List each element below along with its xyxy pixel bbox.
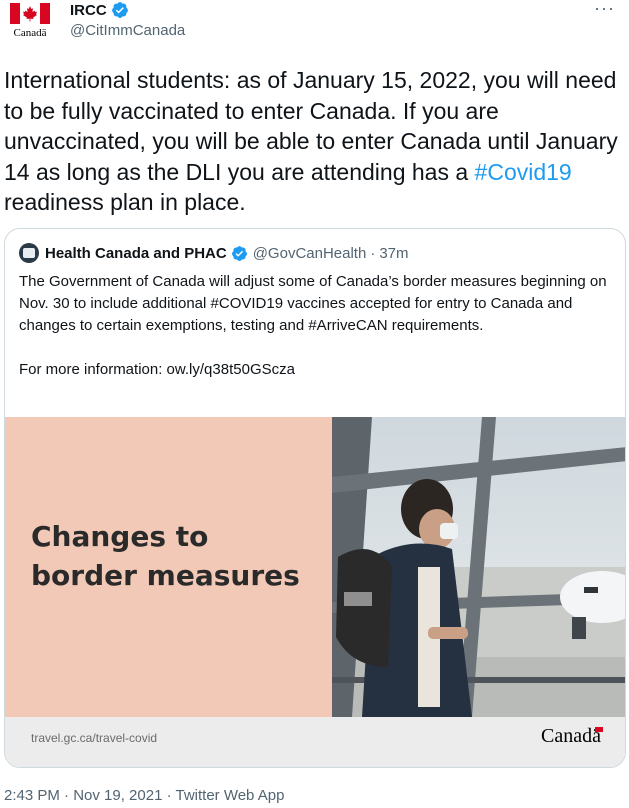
tweet-timestamp[interactable]: 2:43 PM · Nov 19, 2021 · Twitter Web App	[4, 787, 284, 804]
canada-wordmark-text: Canadä	[541, 725, 601, 747]
tweet-header: Canadä IRCC @CitImmCanada ···	[0, 0, 629, 56]
account-avatar[interactable]: Canadä	[8, 3, 52, 43]
quoted-tweet-header: Health Canada and PHAC @GovCanHealth · 3…	[19, 243, 409, 263]
airport-photo	[332, 417, 625, 717]
media-headline: Changes to border measures	[31, 520, 300, 592]
verified-badge-icon	[111, 2, 128, 18]
canada-wordmark: Canadä	[541, 725, 603, 748]
quoted-avatar[interactable]	[19, 243, 39, 263]
separator-dot: ·	[370, 244, 376, 262]
quoted-handle[interactable]: @GovCanHealth	[253, 245, 367, 262]
account-handle[interactable]: @CitImmCanada	[70, 22, 185, 39]
hashtag-link[interactable]: #Covid19	[475, 159, 572, 185]
canada-flag-icon	[595, 727, 603, 732]
quoted-timestamp[interactable]: 37m	[379, 245, 408, 262]
tweet-text: International students: as of January 15…	[4, 65, 624, 218]
quoted-tweet-text: The Government of Canada will adjust som…	[19, 271, 615, 381]
media-footer: travel.gc.ca/travel-covid Canadä	[5, 717, 625, 767]
verified-badge-icon	[231, 245, 247, 261]
canada-wordmark: Canadä	[13, 27, 47, 39]
quoted-display-name[interactable]: Health Canada and PHAC	[45, 245, 227, 262]
more-options-icon[interactable]: ···	[594, 0, 615, 17]
quoted-paragraph: The Government of Canada will adjust som…	[19, 273, 607, 334]
media-url: travel.gc.ca/travel-covid	[31, 731, 158, 745]
quoted-media-image[interactable]: Changes to border measures	[5, 417, 625, 717]
canada-flag-icon	[10, 3, 50, 24]
tweet-text-tail: readiness plan in place.	[4, 189, 246, 215]
quoted-paragraph: For more information: ow.ly/q38t50GScza	[19, 361, 295, 378]
display-name[interactable]: IRCC	[70, 2, 107, 19]
quoted-tweet-card[interactable]: Health Canada and PHAC @GovCanHealth · 3…	[4, 228, 626, 768]
headline-panel: Changes to border measures	[5, 417, 332, 717]
